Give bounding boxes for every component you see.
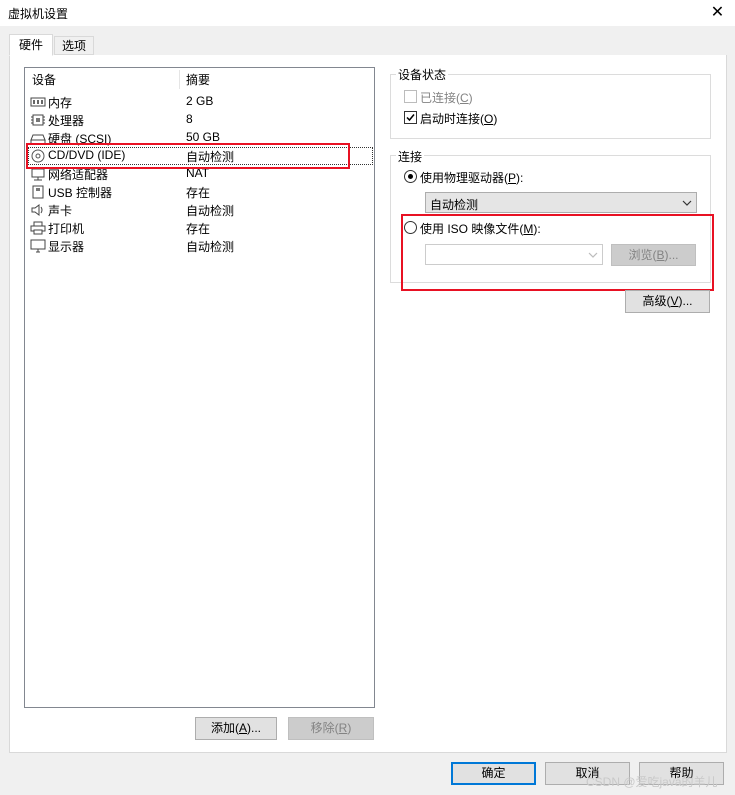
physical-drive-accesskey: P bbox=[508, 171, 517, 185]
device-name: 内存 bbox=[48, 96, 73, 110]
connected-checkbox[interactable] bbox=[404, 90, 417, 103]
connected-suffix: ) bbox=[468, 91, 473, 105]
remove-device-button[interactable]: 移除(R) bbox=[288, 717, 374, 740]
highlight-box-iso bbox=[401, 214, 714, 291]
chevron-down-icon bbox=[682, 200, 692, 206]
connected-label-text: 已连接( bbox=[420, 91, 460, 105]
close-icon[interactable]: ✕ bbox=[700, 0, 735, 26]
speaker-icon bbox=[31, 204, 43, 216]
add-device-button[interactable]: 添加(A)... bbox=[195, 717, 277, 740]
advanced-accesskey: V bbox=[670, 294, 679, 308]
physical-drive-value: 自动检测 bbox=[430, 198, 479, 212]
connected-accesskey: C bbox=[460, 91, 469, 105]
connect-at-power-on-accesskey: O bbox=[484, 112, 494, 126]
device-summary: 自动检测 bbox=[186, 204, 235, 218]
device-row-memory[interactable]: 内存 2 GB bbox=[28, 93, 373, 111]
network-adapter-icon bbox=[31, 168, 45, 181]
device-status-group bbox=[390, 74, 711, 139]
device-summary: 存在 bbox=[186, 186, 211, 200]
window-title: 虚拟机设置 bbox=[8, 7, 69, 21]
device-row-usb[interactable]: USB 控制器 存在 bbox=[28, 183, 373, 201]
advanced-button[interactable]: 高级(V)... bbox=[625, 290, 710, 313]
tab-options[interactable]: 选项 bbox=[54, 36, 94, 55]
device-row-sound[interactable]: 声卡 自动检测 bbox=[28, 201, 373, 219]
checkmark-icon bbox=[406, 114, 415, 122]
title-bar: 虚拟机设置 ✕ bbox=[0, 0, 735, 26]
connect-at-power-on-suffix: ) bbox=[493, 112, 498, 126]
tab-hardware[interactable]: 硬件 bbox=[9, 34, 53, 56]
device-name: 处理器 bbox=[48, 114, 85, 128]
column-separator[interactable] bbox=[179, 70, 180, 89]
physical-drive-text: 使用物理驱动器( bbox=[420, 171, 508, 185]
device-name: 声卡 bbox=[48, 204, 73, 218]
remove-button-label: 移除( bbox=[310, 721, 339, 735]
device-summary: 2 GB bbox=[186, 94, 214, 108]
printer-icon bbox=[30, 221, 46, 235]
physical-drive-label: 使用物理驱动器(P): bbox=[420, 169, 523, 186]
device-status-title: 设备状态 bbox=[396, 66, 449, 83]
device-row-display[interactable]: 显示器 自动检测 bbox=[28, 237, 373, 255]
device-summary: 8 bbox=[186, 112, 193, 126]
connection-title: 连接 bbox=[396, 148, 425, 165]
connect-at-power-on-text: 启动时连接( bbox=[420, 112, 484, 126]
device-summary: 50 GB bbox=[186, 130, 221, 144]
radio-selected-dot bbox=[408, 174, 413, 179]
highlight-box-cd-dvd bbox=[26, 143, 350, 169]
connected-label: 已连接(C) bbox=[420, 89, 473, 106]
device-summary: 存在 bbox=[186, 222, 211, 236]
remove-button-suffix: ) bbox=[347, 721, 352, 735]
add-button-accesskey: A bbox=[238, 721, 247, 735]
device-name: 打印机 bbox=[48, 222, 85, 236]
usb-icon bbox=[32, 185, 44, 199]
add-button-suffix: )... bbox=[247, 721, 261, 735]
advanced-suffix: )... bbox=[678, 294, 693, 308]
csdn-watermark: CSDN @爱吃java的羊儿 bbox=[586, 775, 718, 789]
physical-drive-suffix: ): bbox=[516, 171, 524, 185]
physical-drive-radio[interactable] bbox=[404, 170, 417, 183]
add-button-label: 添加( bbox=[210, 721, 239, 735]
device-name: 显示器 bbox=[48, 240, 85, 254]
physical-drive-select[interactable]: 自动检测 bbox=[425, 192, 697, 213]
connect-at-power-on-checkbox[interactable] bbox=[404, 111, 417, 124]
column-header-summary[interactable]: 摘要 bbox=[186, 71, 210, 88]
memory-icon bbox=[30, 97, 46, 107]
device-row-processor[interactable]: 处理器 8 bbox=[28, 111, 373, 129]
device-summary: 自动检测 bbox=[186, 240, 235, 254]
device-row-printer[interactable]: 打印机 存在 bbox=[28, 219, 373, 237]
monitor-icon bbox=[30, 239, 46, 253]
connect-at-power-on-label: 启动时连接(O) bbox=[420, 110, 497, 127]
cpu-icon bbox=[31, 114, 45, 126]
device-name: USB 控制器 bbox=[48, 186, 113, 200]
advanced-button-text: 高级( bbox=[642, 294, 671, 308]
ok-button[interactable]: 确定 bbox=[451, 762, 536, 785]
column-header-device[interactable]: 设备 bbox=[32, 71, 56, 88]
